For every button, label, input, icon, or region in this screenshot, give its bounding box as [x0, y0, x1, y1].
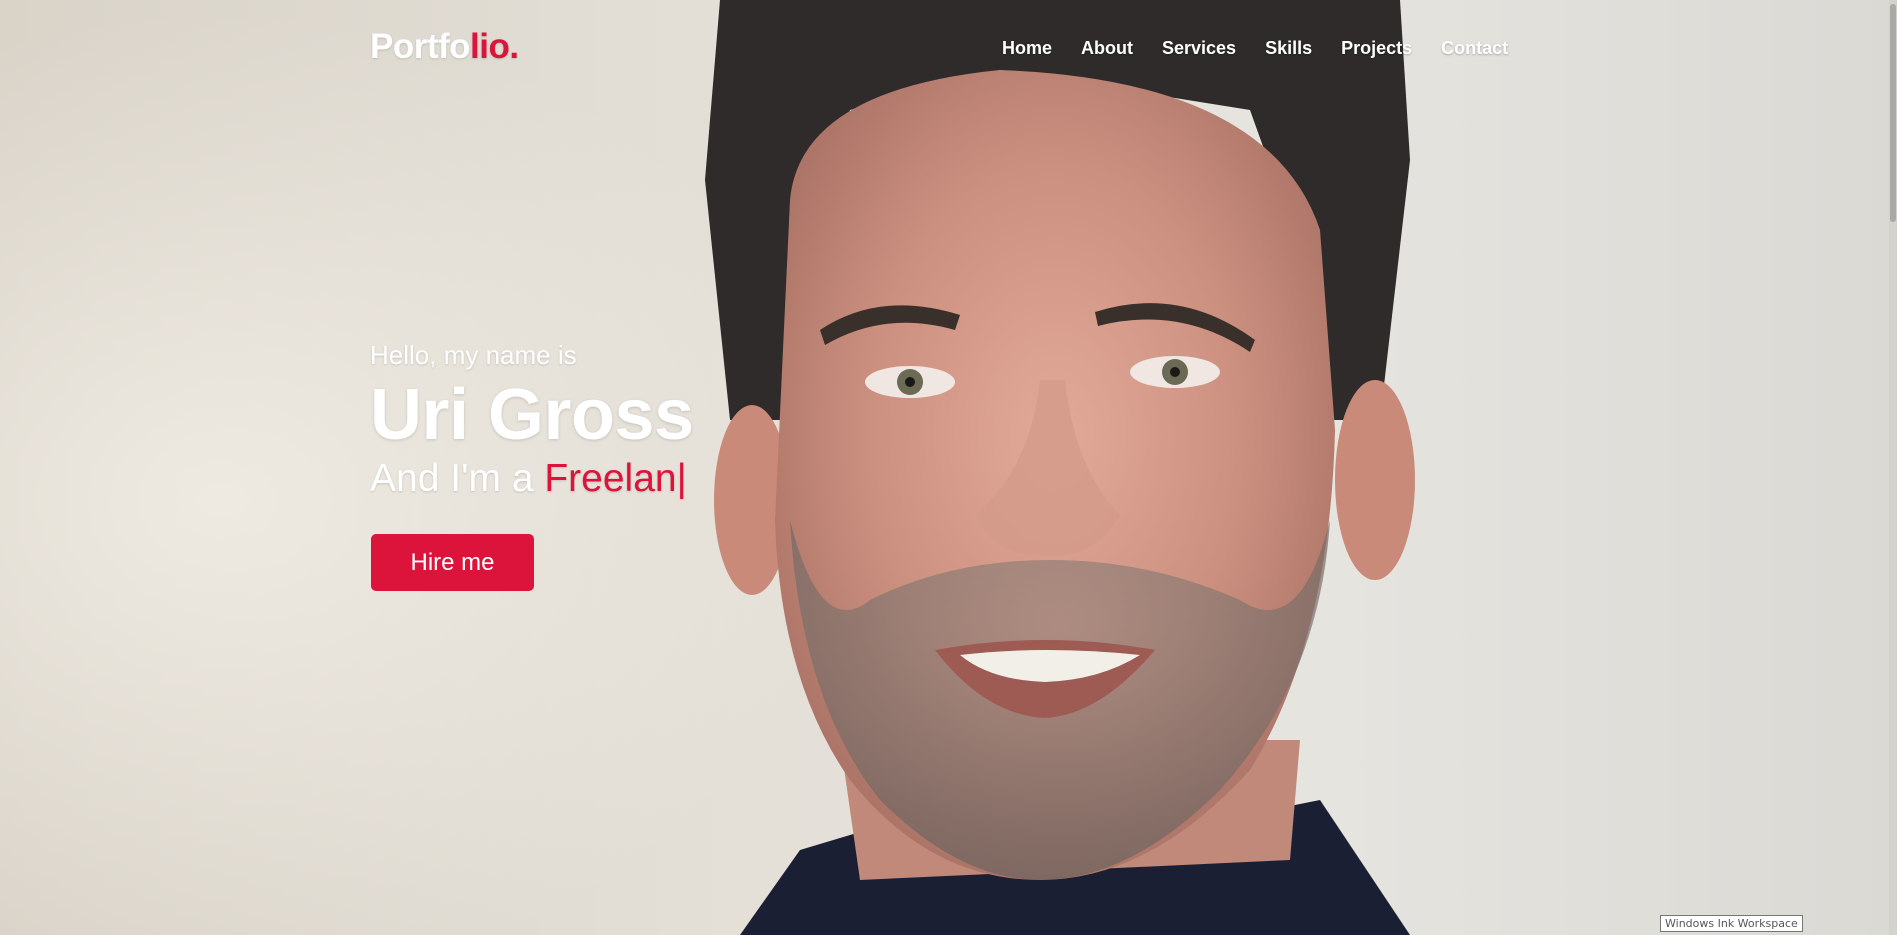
nav-item-projects[interactable]: Projects: [1341, 38, 1412, 59]
hero-section: Portfolio. Home About Services Skills Pr…: [0, 0, 1897, 935]
hero-intro: Hello, my name is Uri Gross And I'm a Fr…: [370, 340, 694, 501]
logo-accent-text: lio.: [470, 27, 519, 66]
hero-role-typed: Freelan: [544, 457, 677, 500]
portrait-photo: [705, 0, 1415, 935]
logo-main-text: Portfo: [370, 27, 471, 66]
typing-cursor: |: [676, 457, 687, 500]
nav-item-about[interactable]: About: [1081, 38, 1133, 59]
nav-item-services[interactable]: Services: [1162, 38, 1236, 59]
nav-item-home[interactable]: Home: [1002, 38, 1052, 59]
hero-greeting: Hello, my name is: [370, 340, 577, 370]
hero-role: And I'm a Freelan|: [370, 457, 694, 501]
nav-item-contact[interactable]: Contact: [1441, 38, 1508, 59]
scrollbar-thumb[interactable]: [1890, 4, 1896, 222]
logo[interactable]: Portfolio.: [370, 27, 519, 67]
nav-menu: Home About Services Skills Projects Cont…: [1002, 38, 1508, 59]
nav-item-skills[interactable]: Skills: [1265, 38, 1312, 59]
hire-me-button[interactable]: Hire me: [371, 534, 534, 591]
windows-ink-tooltip: Windows Ink Workspace: [1660, 915, 1803, 932]
hero-name: Uri Gross: [370, 375, 694, 455]
page-scrollbar[interactable]: [1889, 0, 1897, 935]
hero-role-prefix: And I'm a: [370, 457, 545, 500]
top-navigation: Portfolio. Home About Services Skills Pr…: [0, 0, 1897, 96]
